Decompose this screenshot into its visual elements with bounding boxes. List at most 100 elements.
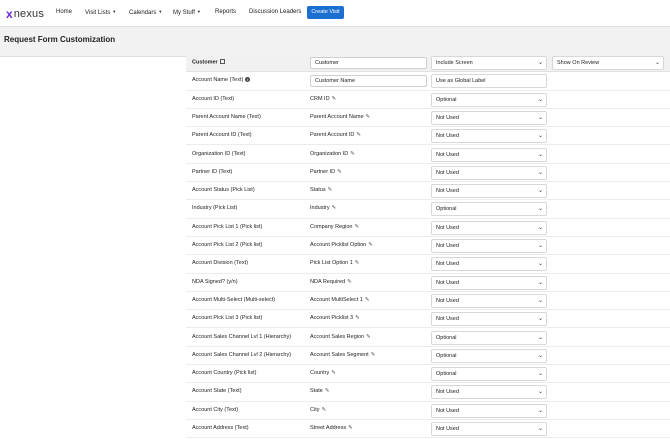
- usage-option-select[interactable]: Not Used ⌄: [431, 275, 547, 290]
- customer-label-input[interactable]: Customer: [310, 57, 427, 69]
- info-icon[interactable]: i: [245, 77, 251, 83]
- pencil-icon[interactable]: ✎: [366, 114, 371, 120]
- table-row: Parent Account ID (Text) Parent Account I…: [186, 127, 670, 146]
- field-label[interactable]: State ✎: [310, 388, 329, 394]
- field-label-text: Street Address: [310, 425, 347, 431]
- usage-option-select[interactable]: Not Used ⌄: [431, 403, 547, 418]
- screen-option-value: Include Screen: [436, 60, 473, 66]
- pencil-icon[interactable]: ✎: [366, 334, 371, 340]
- pencil-icon[interactable]: ✎: [332, 205, 337, 211]
- usage-option-value: Not Used: [436, 426, 459, 432]
- usage-option-value: Not Used: [436, 224, 459, 231]
- usage-option-value: Not Used: [436, 297, 459, 304]
- nav-home[interactable]: Home: [56, 9, 72, 15]
- usage-option-select[interactable]: Not Used ⌄: [431, 257, 547, 272]
- usage-option-select[interactable]: Not Used ⌄: [431, 385, 547, 400]
- review-option-select[interactable]: Show On Review ⌄: [552, 56, 664, 70]
- pencil-icon[interactable]: ✎: [331, 370, 336, 376]
- field-label[interactable]: Account Picklist 3 ✎: [310, 315, 360, 321]
- field-label[interactable]: Account Sales Segment ✎: [310, 352, 375, 358]
- usage-option-select[interactable]: Not Used ⌄: [431, 165, 547, 180]
- usage-option-select[interactable]: Optional ⌄: [431, 202, 547, 217]
- field-name: Account Division (Text): [192, 260, 248, 267]
- field-label-text: Partner ID: [310, 168, 336, 175]
- field-label[interactable]: Account MultiSelect 1 ✎: [310, 297, 370, 303]
- usage-option-select[interactable]: Not Used ⌄: [431, 312, 547, 327]
- chevron-down-icon: ⌄: [654, 60, 660, 66]
- nav-reports[interactable]: Reports: [215, 9, 236, 15]
- account-name-label-input[interactable]: Customer Name: [310, 75, 427, 88]
- field-label[interactable]: Parent Account ID ✎: [310, 132, 361, 138]
- pencil-icon[interactable]: ✎: [356, 132, 361, 138]
- field-label[interactable]: NDA Required ✎: [310, 279, 352, 285]
- field-label[interactable]: Parent Account Name ✎: [310, 114, 370, 120]
- table-row: Account Multi-Select (Multi-select) Accou…: [186, 292, 670, 311]
- usage-option-select[interactable]: Not Used ⌄: [431, 147, 547, 162]
- edit-box-icon[interactable]: [219, 59, 225, 64]
- create-visit-button[interactable]: Create Visit: [307, 6, 344, 19]
- pencil-icon[interactable]: ✎: [337, 169, 342, 175]
- field-label[interactable]: City ✎: [310, 407, 326, 413]
- account-name-field: Account Name (Text) i: [192, 77, 251, 83]
- nav-calendars[interactable]: Calendars ▼: [129, 9, 162, 16]
- table-row: NDA Signed? (y/n) NDA Required ✎ Not Used ⌄: [186, 274, 670, 292]
- nexus-logo[interactable]: x nexus: [6, 7, 44, 20]
- field-name: Account Sales Channel Lvl 1 (Hierarchy): [192, 333, 292, 340]
- usage-option-select[interactable]: Not Used ⌄: [431, 184, 547, 199]
- use-global-label-option[interactable]: Use as Global Label: [431, 74, 547, 89]
- pencil-icon[interactable]: ✎: [350, 151, 355, 157]
- usage-option-select[interactable]: Not Used ⌄: [431, 239, 547, 253]
- usage-option-value: Not Used: [436, 243, 459, 249]
- table-row: Organization ID (Text) Organization ID ✎ No…: [186, 146, 670, 164]
- field-label[interactable]: Partner ID ✎: [310, 169, 342, 175]
- pencil-icon[interactable]: ✎: [328, 187, 333, 193]
- field-label[interactable]: Company Region ✎: [310, 224, 359, 230]
- field-label[interactable]: Country ✎: [310, 370, 336, 376]
- field-label-text: Company Region: [310, 223, 353, 230]
- usage-option-select[interactable]: Optional ⌄: [431, 330, 547, 345]
- field-label[interactable]: CRM ID ✎: [310, 96, 336, 102]
- field-label[interactable]: Industry ✎: [310, 205, 336, 211]
- usage-option-select[interactable]: Not Used ⌄: [431, 422, 547, 436]
- pencil-icon[interactable]: ✎: [355, 315, 360, 321]
- chevron-down-icon: ⌄: [537, 243, 543, 249]
- pencil-icon[interactable]: ✎: [368, 242, 373, 248]
- pencil-icon[interactable]: ✎: [321, 407, 326, 413]
- nav-discussion-leaders-label: Discussion Leaders: [249, 9, 302, 15]
- pencil-icon[interactable]: ✎: [332, 96, 337, 102]
- field-label[interactable]: Account Sales Region ✎: [310, 334, 371, 340]
- chevron-down-icon: ⌄: [537, 352, 543, 359]
- usage-option-value: Optional: [436, 206, 457, 213]
- account-name-row: Account Name (Text) i Customer Name Use a…: [186, 72, 670, 91]
- nav-discussion-leaders[interactable]: Discussion Leaders: [249, 9, 301, 15]
- usage-option-value: Optional: [436, 371, 457, 378]
- table-row: Account Status (Pick List) Status ✎ Not Use…: [186, 182, 670, 201]
- field-label-text: Industry: [310, 205, 330, 212]
- pencil-icon[interactable]: ✎: [371, 352, 376, 358]
- nav-my-stuff[interactable]: My Stuff ▼: [173, 9, 201, 16]
- pencil-icon[interactable]: ✎: [355, 224, 360, 230]
- pencil-icon[interactable]: ✎: [347, 279, 352, 285]
- nav-home-label: Home: [56, 9, 73, 15]
- field-label[interactable]: Account Picklist Option ✎: [310, 242, 373, 248]
- usage-option-select[interactable]: Optional ⌄: [431, 348, 547, 363]
- chevron-down-icon: ⌄: [537, 297, 543, 304]
- usage-option-select[interactable]: Not Used ⌄: [431, 293, 547, 308]
- field-label[interactable]: Organization ID ✎: [310, 151, 355, 157]
- usage-option-select[interactable]: Optional ⌄: [431, 367, 547, 382]
- field-label[interactable]: Pick List Option 1 ✎: [310, 260, 359, 266]
- pencil-icon[interactable]: ✎: [365, 297, 370, 303]
- field-name: Account ID (Text): [192, 95, 235, 102]
- pencil-icon[interactable]: ✎: [348, 425, 353, 431]
- field-label[interactable]: Street Address ✎: [310, 425, 353, 431]
- usage-option-select[interactable]: Not Used ⌄: [431, 220, 547, 235]
- field-label-text: CRM ID: [310, 95, 330, 102]
- nav-visit-lists[interactable]: Visit Lists ▼: [85, 9, 116, 16]
- usage-option-select[interactable]: Not Used ⌄: [431, 129, 547, 144]
- pencil-icon[interactable]: ✎: [355, 260, 360, 266]
- usage-option-select[interactable]: Optional ⌄: [431, 92, 547, 107]
- pencil-icon[interactable]: ✎: [325, 388, 330, 394]
- field-label[interactable]: Status ✎: [310, 187, 332, 193]
- screen-option-select[interactable]: Include Screen ⌄: [431, 56, 547, 70]
- usage-option-select[interactable]: Not Used ⌄: [431, 110, 547, 125]
